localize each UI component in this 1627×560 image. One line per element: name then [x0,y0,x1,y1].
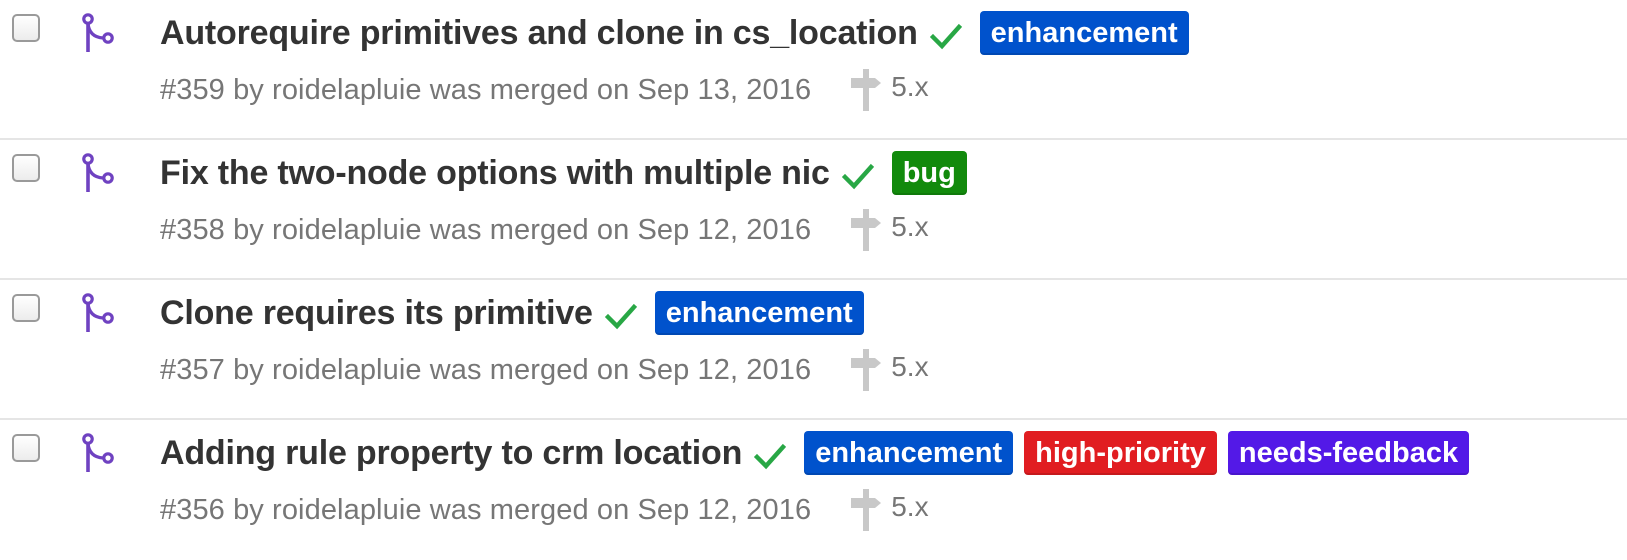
pull-request-row: Fix the two-node options with multiple n… [0,140,1627,280]
label-list: enhancement [654,291,864,335]
title-line: Fix the two-node options with multiple n… [160,148,967,198]
git-merge-icon [80,293,116,333]
check-icon[interactable] [604,300,637,332]
milestone-link[interactable]: 5.x [849,349,929,391]
title-line: Adding rule property to crm location enh… [160,428,1470,478]
meta-text: #356 by roidelapluie was merged on Sep 1… [160,493,812,526]
milestone-icon [851,209,882,251]
pull-request-title[interactable]: Autorequire primitives and clone in cs_l… [160,14,918,53]
milestone-label: 5.x [891,491,929,522]
label-enhancement[interactable]: enhancement [654,291,864,335]
milestone-label: 5.x [891,211,929,242]
pull-request-row: Adding rule property to crm location enh… [0,420,1627,560]
select-checkbox[interactable] [12,14,40,42]
check-icon[interactable] [929,20,962,52]
label-enhancement[interactable]: enhancement [804,431,1014,475]
label-list: enhancement [979,11,1189,55]
milestone-link[interactable]: 5.x [849,209,929,251]
check-icon[interactable] [841,160,874,192]
git-merge-icon [80,433,116,473]
label-list: enhancement high-priority needs-feedback [804,431,1470,475]
label-list: bug [891,151,967,195]
meta-text: #358 by roidelapluie was merged on Sep 1… [160,213,812,246]
check-icon[interactable] [754,440,787,472]
select-checkbox[interactable] [12,294,40,322]
git-merge-icon [80,153,116,193]
milestone-icon [851,349,882,391]
pull-request-meta: #357 by roidelapluie was merged on Sep 1… [160,348,929,392]
pull-request-title[interactable]: Clone requires its primitive [160,294,593,333]
meta-text: #359 by roidelapluie was merged on Sep 1… [160,73,812,106]
title-line: Autorequire primitives and clone in cs_l… [160,8,1189,58]
milestone-link[interactable]: 5.x [849,69,929,111]
pull-request-title[interactable]: Fix the two-node options with multiple n… [160,154,830,193]
select-checkbox[interactable] [12,154,40,182]
label-enhancement[interactable]: enhancement [979,11,1189,55]
pull-request-row: Autorequire primitives and clone in cs_l… [0,0,1627,140]
label-high-priority[interactable]: high-priority [1024,431,1217,475]
pull-request-meta: #356 by roidelapluie was merged on Sep 1… [160,488,929,532]
title-line: Clone requires its primitive enhancement [160,288,864,338]
meta-text: #357 by roidelapluie was merged on Sep 1… [160,353,812,386]
pull-request-title[interactable]: Adding rule property to crm location [160,434,742,473]
milestone-link[interactable]: 5.x [849,489,929,531]
pull-request-list: Autorequire primitives and clone in cs_l… [0,0,1627,545]
pull-request-meta: #358 by roidelapluie was merged on Sep 1… [160,208,929,252]
milestone-icon [851,69,882,111]
git-merge-icon [80,13,116,53]
label-needs-feedback[interactable]: needs-feedback [1227,431,1470,475]
milestone-label: 5.x [891,351,929,382]
pull-request-meta: #359 by roidelapluie was merged on Sep 1… [160,68,929,112]
milestone-label: 5.x [891,71,929,102]
label-bug[interactable]: bug [891,151,967,195]
select-checkbox[interactable] [12,434,40,462]
milestone-icon [851,489,882,531]
pull-request-row: Clone requires its primitive enhancement… [0,280,1627,420]
